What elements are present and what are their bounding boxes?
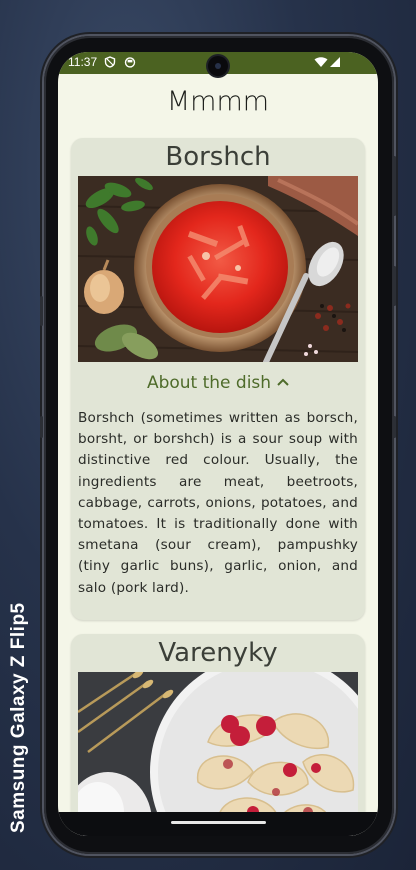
shield-icon — [104, 56, 116, 68]
dish-card-borshch: Borshch About the dish Borshch (sometime… — [71, 138, 365, 620]
circle-app-icon — [124, 57, 136, 68]
phone-hinge-mark — [40, 416, 43, 438]
home-indicator[interactable] — [171, 821, 266, 824]
navigation-bar — [58, 812, 378, 836]
phone-side-button — [40, 296, 43, 326]
signal-icon — [330, 57, 340, 67]
app-title: Mmmm — [166, 86, 270, 117]
status-time: 11:37 — [68, 55, 98, 69]
dish-description: Borshch (sometimes written as borsch, bo… — [78, 410, 358, 596]
about-dish-toggle[interactable]: About the dish — [71, 373, 365, 393]
dish-title: Borshch — [165, 142, 271, 172]
wifi-icon — [314, 57, 328, 67]
dish-title: Varenyky — [158, 638, 278, 668]
bowl-of-borshch-photo — [78, 176, 358, 362]
chevron-up-icon — [277, 374, 289, 390]
device-label: Samsung Galaxy Z Flip5 — [8, 602, 29, 834]
phone-power-button — [393, 266, 396, 306]
phone-hinge-mark — [393, 416, 396, 438]
dish-card-varenyky: Varenyky — [71, 634, 365, 836]
app-screen: 11:37 Mmmm Borshch About the dish Borshc… — [58, 52, 378, 836]
about-dish-label: About the dish — [146, 373, 272, 393]
phone-volume-button — [393, 156, 396, 216]
front-camera — [208, 56, 228, 76]
